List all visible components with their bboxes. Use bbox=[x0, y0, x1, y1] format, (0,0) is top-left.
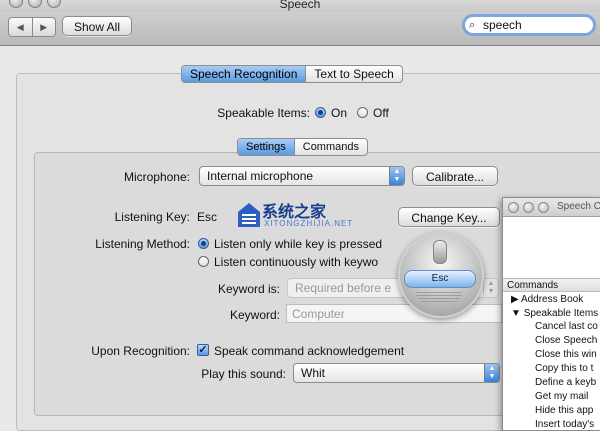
sub-tabs: Settings Commands bbox=[237, 138, 368, 156]
tab-text-to-speech[interactable]: Text to Speech bbox=[305, 66, 401, 82]
command-item[interactable]: Hide this app bbox=[535, 405, 593, 416]
speakable-off-label: Off bbox=[373, 106, 389, 120]
upon-recognition-label: Upon Recognition: bbox=[91, 344, 190, 358]
disclosure-right-icon: ▶ bbox=[511, 294, 519, 305]
listening-method-label: Listening Method: bbox=[95, 237, 190, 251]
speak-ack-checkbox[interactable]: ✓ bbox=[197, 344, 209, 356]
magnifier-icon: ⌕ bbox=[469, 19, 476, 31]
window-title: Speech bbox=[279, 0, 321, 11]
command-item[interactable]: Copy this to t bbox=[535, 363, 593, 374]
popup-arrows-icon: ▲ ▼ bbox=[484, 364, 499, 382]
play-sound-label: Play this sound: bbox=[201, 367, 286, 381]
watermark-house-icon bbox=[238, 203, 260, 227]
commands-window-titlebar: Speech C bbox=[503, 198, 600, 217]
main-tabs: Speech Recognition Text to Speech bbox=[181, 65, 403, 83]
command-item[interactable]: Define a keyb bbox=[535, 377, 596, 388]
listening-key-label: Listening Key: bbox=[114, 210, 190, 224]
microphone-label: Microphone: bbox=[123, 170, 190, 184]
commands-window-title: Speech C bbox=[557, 201, 600, 212]
command-item[interactable]: Close this win bbox=[535, 349, 597, 360]
group-address-book[interactable]: ▶ Address Book bbox=[511, 294, 583, 305]
method-continuous-label: Listen continuously with keywo bbox=[214, 255, 379, 269]
commands-minimize-button[interactable] bbox=[523, 202, 534, 213]
sound-level-meter bbox=[416, 292, 462, 304]
listening-key-value: Esc bbox=[197, 210, 218, 224]
group-speakable-items[interactable]: ▼ Speakable Items bbox=[511, 308, 598, 319]
watermark-url: XITONGZHIJIA.NET bbox=[264, 219, 354, 228]
speech-commands-window: Speech C Commands ▶ Address Book ▼ Speak… bbox=[502, 197, 600, 431]
speakable-on-radio[interactable] bbox=[315, 107, 326, 118]
popup-arrows-icon: ▲ ▼ bbox=[389, 167, 404, 185]
back-forward-buttons: ◀ ▶ bbox=[8, 17, 56, 37]
popup-arrows-icon: ▲ ▼ bbox=[483, 279, 498, 297]
show-all-button[interactable]: Show All bbox=[62, 16, 132, 36]
microphone-popup[interactable]: Internal microphone ▲ ▼ bbox=[199, 166, 405, 186]
tab-commands[interactable]: Commands bbox=[293, 139, 367, 155]
tab-speech-recognition[interactable]: Speech Recognition bbox=[182, 66, 306, 82]
keyword-placeholder: Computer bbox=[292, 307, 345, 321]
forward-arrow-icon[interactable]: ▶ bbox=[31, 18, 56, 36]
speak-ack-label: Speak command acknowledgement bbox=[214, 344, 405, 358]
search-field[interactable]: ⌕ speech bbox=[462, 14, 596, 36]
keyword-is-label: Keyword is: bbox=[217, 282, 280, 296]
commands-zoom-button[interactable] bbox=[538, 202, 549, 213]
calibrate-button[interactable]: Calibrate... bbox=[412, 166, 498, 186]
commands-close-button[interactable] bbox=[508, 202, 519, 213]
change-key-button[interactable]: Change Key... bbox=[398, 207, 500, 227]
command-item[interactable]: Close Speech bbox=[535, 335, 597, 346]
commands-header: Commands bbox=[503, 278, 600, 292]
listening-key-indicator: Esc bbox=[404, 270, 476, 288]
tab-settings[interactable]: Settings bbox=[238, 139, 294, 155]
disclosure-down-icon: ▼ bbox=[511, 308, 521, 319]
command-item[interactable]: Get my mail bbox=[535, 391, 588, 402]
method-key-pressed-label: Listen only while key is pressed bbox=[214, 237, 383, 251]
speakable-on-label: On bbox=[331, 106, 348, 120]
method-key-pressed-radio[interactable] bbox=[198, 238, 209, 249]
search-input[interactable]: speech bbox=[483, 18, 522, 32]
microphone-icon bbox=[433, 240, 447, 264]
play-sound-value: Whit bbox=[301, 366, 325, 380]
back-arrow-icon[interactable]: ◀ bbox=[9, 18, 32, 36]
command-item[interactable]: Cancel last co bbox=[535, 321, 598, 332]
keyword-label: Keyword: bbox=[229, 308, 280, 322]
speakable-items-label: Speakable Items: bbox=[217, 106, 310, 120]
keyword-is-value: Required before e bbox=[295, 281, 392, 295]
microphone-value: Internal microphone bbox=[207, 169, 314, 183]
watermark-logo: 系统之家 XITONGZHIJIA.NET bbox=[236, 196, 396, 236]
method-continuous-radio[interactable] bbox=[198, 256, 209, 267]
command-item[interactable]: Insert today's bbox=[535, 419, 594, 430]
play-sound-popup[interactable]: Whit ▲ ▼ bbox=[293, 363, 500, 383]
speech-feedback-window[interactable]: Esc bbox=[398, 232, 484, 318]
speakable-off-radio[interactable] bbox=[357, 107, 368, 118]
